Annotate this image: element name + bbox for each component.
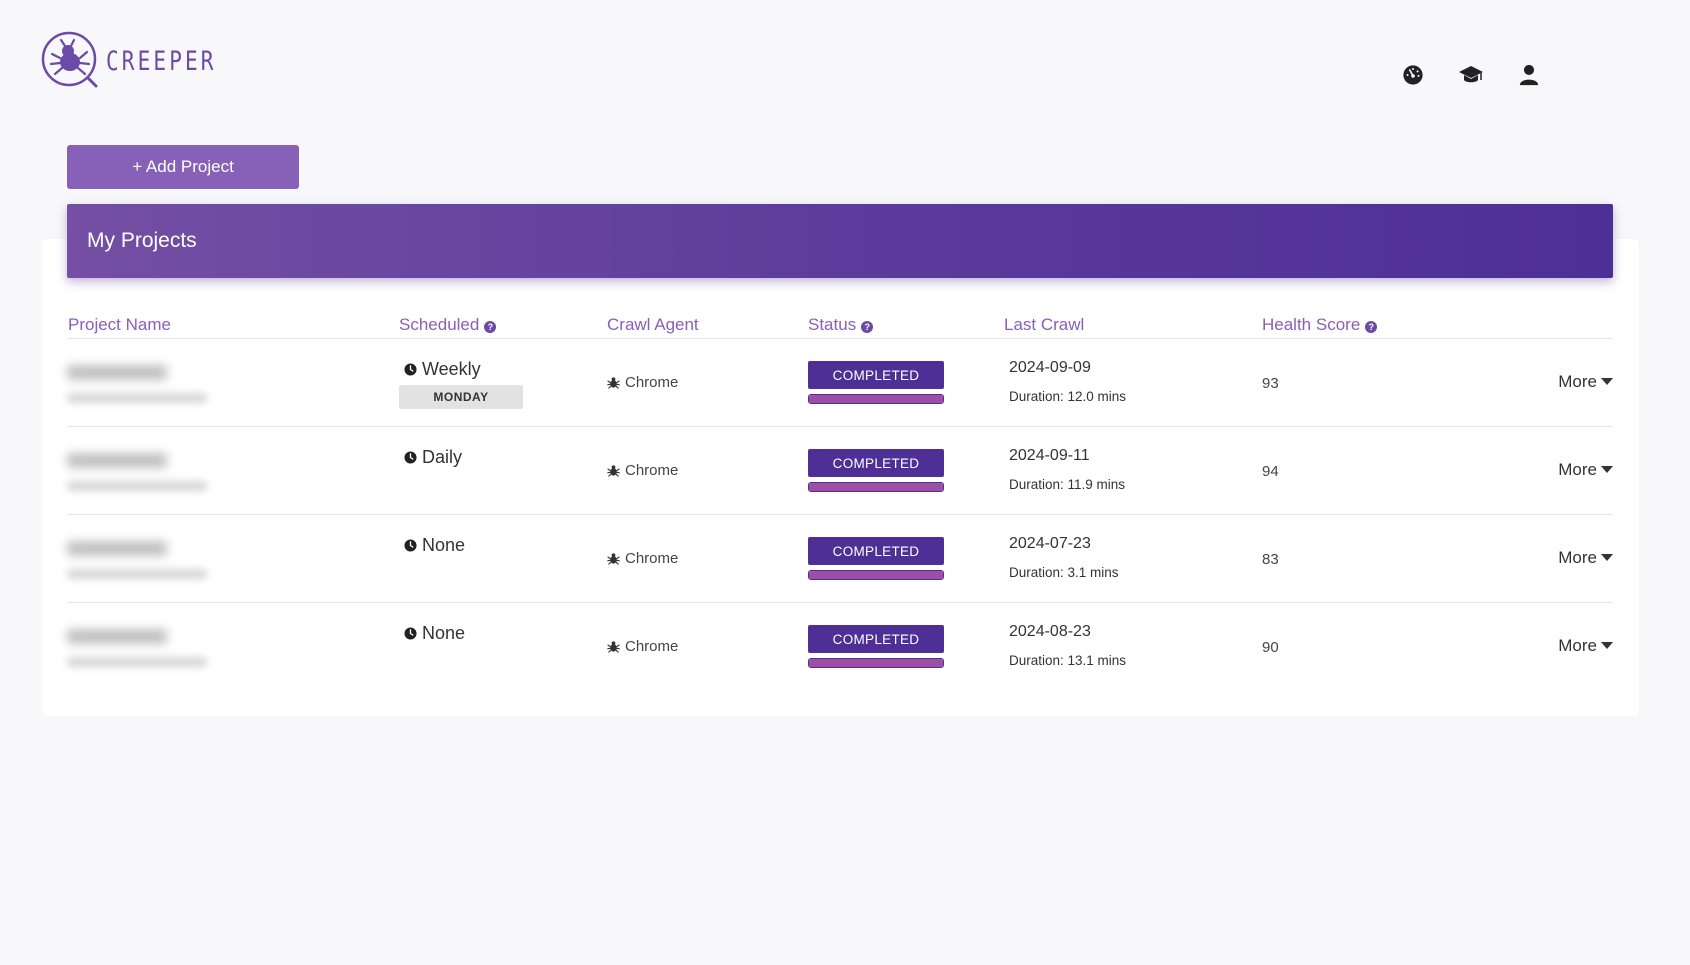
clock-icon — [404, 363, 417, 376]
table-row: None Chrome COMPLETED 2024-08-23 Duratio… — [67, 603, 1613, 691]
header-last-crawl[interactable]: Last Crawl — [1004, 315, 1084, 335]
caret-down-icon — [1601, 642, 1613, 649]
health-score: 93 — [1262, 375, 1279, 392]
health-score: 83 — [1262, 551, 1279, 568]
crawl-agent-label: Chrome — [625, 638, 679, 655]
table-header: Project Name Scheduled? Crawl Agent Stat… — [67, 305, 1613, 339]
caret-down-icon — [1601, 466, 1613, 473]
more-dropdown-button[interactable]: More — [1558, 548, 1613, 568]
clock-icon — [404, 539, 417, 552]
crawl-progress-bar — [808, 658, 944, 668]
top-nav — [1402, 64, 1540, 86]
project-url-redacted — [67, 657, 207, 667]
schedule-label: Weekly — [422, 359, 481, 379]
card-title: My Projects — [87, 229, 197, 252]
crawl-progress-fill — [809, 659, 943, 667]
crawl-agent-cell: Chrome — [607, 550, 678, 567]
status-badge: COMPLETED — [808, 537, 944, 565]
crawl-agent-label: Chrome — [625, 374, 679, 391]
crawl-progress-bar — [808, 570, 944, 580]
schedule-label: Daily — [422, 447, 463, 467]
more-label: More — [1558, 636, 1597, 655]
logo-text: CREEPER — [106, 46, 217, 77]
last-crawl-date: 2024-07-23 — [1009, 535, 1091, 552]
more-label: More — [1558, 372, 1597, 391]
clock-icon — [404, 451, 417, 464]
status-badge: COMPLETED — [808, 625, 944, 653]
bug-icon — [607, 641, 620, 653]
crawl-agent-cell: Chrome — [607, 462, 678, 479]
table-row: Weekly MONDAY Chrome COMPLETED 2024-09-0… — [67, 339, 1613, 427]
dashboard-icon[interactable] — [1402, 64, 1424, 86]
crawl-progress-fill — [809, 395, 943, 403]
bug-icon — [607, 465, 620, 477]
crawl-duration: Duration: 3.1 mins — [1009, 565, 1119, 580]
header-project-name[interactable]: Project Name — [68, 315, 171, 335]
status-badge: COMPLETED — [808, 449, 944, 477]
more-label: More — [1558, 548, 1597, 567]
schedule-label: None — [422, 535, 466, 555]
help-icon[interactable]: ? — [484, 320, 497, 333]
add-project-button[interactable]: + Add Project — [67, 145, 299, 189]
more-dropdown-button[interactable]: More — [1558, 460, 1613, 480]
schedule-cell: Weekly — [404, 359, 481, 380]
table-row: Daily Chrome COMPLETED 2024-09-11 Durati… — [67, 427, 1613, 515]
crawl-duration: Duration: 11.9 mins — [1009, 477, 1126, 492]
crawl-progress-fill — [809, 483, 943, 491]
caret-down-icon — [1601, 554, 1613, 561]
header-health-score[interactable]: Health Score? — [1262, 315, 1378, 335]
crawl-agent-cell: Chrome — [607, 638, 678, 655]
schedule-day-badge: MONDAY — [399, 385, 523, 409]
schedule-cell: None — [404, 623, 465, 644]
status-badge: COMPLETED — [808, 361, 944, 389]
header-crawl-agent[interactable]: Crawl Agent — [607, 315, 699, 335]
bug-icon — [607, 553, 620, 565]
project-url-redacted — [67, 481, 207, 491]
schedule-label: None — [422, 623, 466, 643]
last-crawl-date: 2024-09-09 — [1009, 359, 1091, 376]
crawl-progress-bar — [808, 394, 944, 404]
more-dropdown-button[interactable]: More — [1558, 372, 1613, 392]
last-crawl-date: 2024-08-23 — [1009, 623, 1091, 640]
crawl-agent-cell: Chrome — [607, 374, 678, 391]
project-url-redacted — [67, 569, 207, 579]
crawl-progress-fill — [809, 571, 943, 579]
health-score: 90 — [1262, 639, 1279, 656]
creeper-logo-icon — [40, 30, 100, 90]
header-scheduled[interactable]: Scheduled? — [399, 315, 497, 335]
project-name-redacted[interactable] — [67, 365, 167, 380]
caret-down-icon — [1601, 378, 1613, 385]
crawl-agent-label: Chrome — [625, 462, 679, 479]
last-crawl-date: 2024-09-11 — [1009, 447, 1090, 464]
crawl-progress-bar — [808, 482, 944, 492]
table-row: None Chrome COMPLETED 2024-07-23 Duratio… — [67, 515, 1613, 603]
schedule-cell: Daily — [404, 447, 462, 468]
projects-table: Project Name Scheduled? Crawl Agent Stat… — [67, 305, 1613, 691]
user-icon[interactable] — [1518, 64, 1540, 86]
schedule-cell: None — [404, 535, 465, 556]
bug-icon — [607, 377, 620, 389]
header-status[interactable]: Status? — [808, 315, 874, 335]
project-name-redacted[interactable] — [67, 629, 167, 644]
crawl-duration: Duration: 13.1 mins — [1009, 653, 1127, 668]
project-url-redacted — [67, 393, 207, 403]
help-icon[interactable]: ? — [861, 320, 874, 333]
graduation-cap-icon[interactable] — [1458, 64, 1484, 86]
projects-card-header: My Projects — [67, 204, 1613, 278]
more-label: More — [1558, 460, 1597, 479]
app-logo[interactable]: CREEPER — [40, 30, 248, 90]
crawl-agent-label: Chrome — [625, 550, 679, 567]
clock-icon — [404, 627, 417, 640]
help-icon[interactable]: ? — [1365, 320, 1378, 333]
project-name-redacted[interactable] — [67, 541, 167, 556]
crawl-duration: Duration: 12.0 mins — [1009, 389, 1127, 404]
project-name-redacted[interactable] — [67, 453, 167, 468]
health-score: 94 — [1262, 463, 1279, 480]
more-dropdown-button[interactable]: More — [1558, 636, 1613, 656]
